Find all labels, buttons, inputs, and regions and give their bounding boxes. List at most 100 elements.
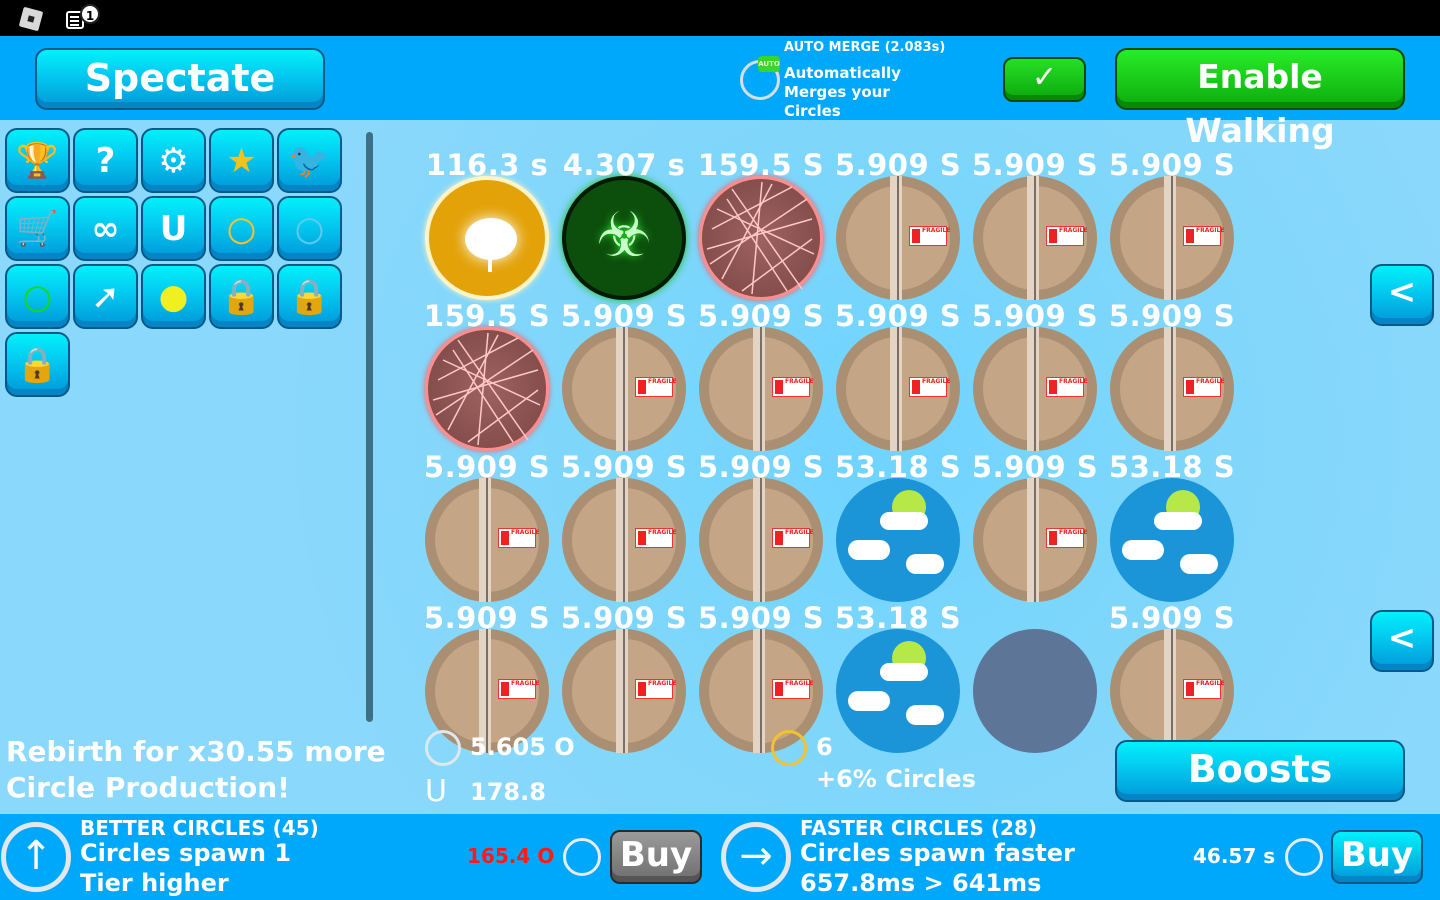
auto-merge-toggle-checkbox[interactable]: ✓: [1003, 57, 1086, 102]
lock-icon: 🔒: [220, 276, 263, 317]
sidebar-button-gold-ring[interactable]: ○: [209, 196, 274, 261]
sidebar-button-green-ring[interactable]: ○: [5, 264, 70, 329]
circle-gold[interactable]: [425, 176, 549, 300]
box-tape: [479, 478, 491, 602]
circle-box[interactable]: FRAGILE: [836, 176, 960, 300]
trophy-icon: 🏆: [16, 140, 59, 181]
circle-value-label: 5.909 S: [560, 450, 688, 484]
box-tape: [890, 327, 902, 451]
circle-box[interactable]: FRAGILE: [699, 629, 823, 753]
magnet-currency-icon: U: [425, 774, 447, 809]
circle-box[interactable]: FRAGILE: [1110, 629, 1234, 753]
sidebar-button-magnet[interactable]: U: [141, 196, 206, 261]
boosts-button[interactable]: Boosts: [1115, 740, 1405, 802]
fragile-label-icon: FRAGILE: [1183, 679, 1224, 699]
circle-sky[interactable]: [836, 478, 960, 602]
sidebar-button-yellow-ball[interactable]: ●: [141, 264, 206, 329]
circle-box[interactable]: FRAGILE: [699, 327, 823, 451]
circle-value-label: 5.909 S: [971, 299, 1099, 333]
box-tape: [753, 327, 765, 451]
collapse-arrow-button-upper[interactable]: <: [1370, 264, 1434, 326]
box-tape: [890, 176, 902, 300]
price-circle-icon: [1285, 838, 1323, 876]
sidebar-button-help[interactable]: ?: [73, 128, 138, 193]
cloud-icon: [906, 554, 944, 574]
cloud-icon: [848, 691, 890, 711]
gold-ring-icon: ○: [226, 208, 257, 249]
upgrade-title-better-circles: BETTER CIRCLES (45): [80, 816, 319, 840]
upgrade-arrow-up-icon: ↑: [1, 822, 71, 892]
sidebar-button-shop-cart[interactable]: 🛒: [5, 196, 70, 261]
laser-lines-icon: [432, 332, 541, 446]
box-tape: [1027, 176, 1039, 300]
spectate-button[interactable]: Spectate: [35, 48, 325, 110]
circle-box[interactable]: FRAGILE: [1110, 327, 1234, 451]
rebirth-info-text: Rebirth for x30.55 more Circle Productio…: [6, 735, 386, 804]
box-tape: [616, 629, 628, 753]
sidebar-button-four-circles[interactable]: ∞: [73, 196, 138, 261]
sidebar-button-lock[interactable]: 🔒: [277, 264, 342, 329]
sidebar-button-blue-ring[interactable]: ○: [277, 196, 342, 261]
gold-ring-bonus: +6% Circles: [816, 765, 976, 793]
circle-box[interactable]: FRAGILE: [836, 327, 960, 451]
fragile-label-icon: FRAGILE: [635, 377, 676, 397]
sidebar-button-lock[interactable]: 🔒: [5, 332, 70, 397]
sidebar-button-star[interactable]: ★: [209, 128, 274, 193]
circle-value-label: 116.3 s: [425, 148, 549, 182]
circle-value-label: 5.909 S: [423, 601, 551, 635]
circle-box[interactable]: FRAGILE: [562, 327, 686, 451]
box-tape: [1027, 478, 1039, 602]
box-tape: [1164, 327, 1176, 451]
fragile-label-icon: FRAGILE: [1046, 528, 1087, 548]
circle-value-label: 5.909 S: [834, 148, 962, 182]
fragile-label-icon: FRAGILE: [772, 377, 813, 397]
tree-icon: [465, 218, 517, 260]
circle-box[interactable]: FRAGILE: [425, 478, 549, 602]
magnet-currency-value: 178.8: [470, 778, 546, 806]
star-icon: ★: [226, 140, 257, 181]
buy-button-faster-circles[interactable]: Buy: [1331, 830, 1423, 884]
circle-laser[interactable]: [699, 176, 823, 300]
upgrade-desc-line1: Circles spawn faster: [800, 839, 1075, 867]
circle-value-label: 5.909 S: [1108, 299, 1236, 333]
circle-box[interactable]: FRAGILE: [699, 478, 823, 602]
circle-box[interactable]: FRAGILE: [562, 478, 686, 602]
sidebar-button-trophy[interactable]: 🏆: [5, 128, 70, 193]
shop-cart-icon: 🛒: [16, 208, 59, 249]
cloud-icon: [848, 540, 890, 560]
circle-box[interactable]: FRAGILE: [562, 629, 686, 753]
circle-box[interactable]: FRAGILE: [973, 327, 1097, 451]
circle-box[interactable]: FRAGILE: [973, 176, 1097, 300]
circle-empty[interactable]: [973, 629, 1097, 753]
help-icon: ?: [95, 140, 116, 181]
upgrade-desc-line1: Circles spawn 1: [80, 839, 292, 867]
buy-button-better-circles[interactable]: Buy: [610, 830, 702, 884]
fragile-label-icon: FRAGILE: [1183, 377, 1224, 397]
fragile-label-icon: FRAGILE: [498, 679, 539, 699]
circle-box[interactable]: FRAGILE: [1110, 176, 1234, 300]
circle-laser[interactable]: [425, 327, 549, 451]
box-tape: [1164, 176, 1176, 300]
sidebar-button-lock[interactable]: 🔒: [209, 264, 274, 329]
circle-sky[interactable]: [836, 629, 960, 753]
enable-walking-button[interactable]: Enable Walking: [1115, 48, 1405, 150]
cloud-icon: [1154, 512, 1202, 530]
circle-value-label: 53.18 S: [1108, 450, 1236, 484]
circle-sky[interactable]: [1110, 478, 1234, 602]
upgrade-bar: ↑ BETTER CIRCLES (45) Circles spawn 1 Ti…: [0, 814, 1440, 900]
twitter-bird-icon: 🐦: [288, 140, 331, 181]
circle-box[interactable]: FRAGILE: [973, 478, 1097, 602]
collapse-arrow-button-lower[interactable]: <: [1370, 610, 1434, 672]
circle-value-label: 5.909 S: [560, 299, 688, 333]
sidebar-button-gear[interactable]: ⚙: [141, 128, 206, 193]
sidebar-scrollbar[interactable]: [366, 132, 373, 722]
circle-biohazard[interactable]: ☣: [562, 176, 686, 300]
sidebar-button-cursor[interactable]: ➚: [73, 264, 138, 329]
magnet-icon: U: [159, 208, 188, 249]
fragile-label-icon: FRAGILE: [635, 679, 676, 699]
cloud-icon: [906, 705, 944, 725]
circle-value-label: 159.5 S: [423, 299, 551, 333]
sidebar-button-twitter-bird[interactable]: 🐦: [277, 128, 342, 193]
roblox-menu-icon[interactable]: [18, 6, 44, 32]
price-circle-icon: [563, 838, 601, 876]
